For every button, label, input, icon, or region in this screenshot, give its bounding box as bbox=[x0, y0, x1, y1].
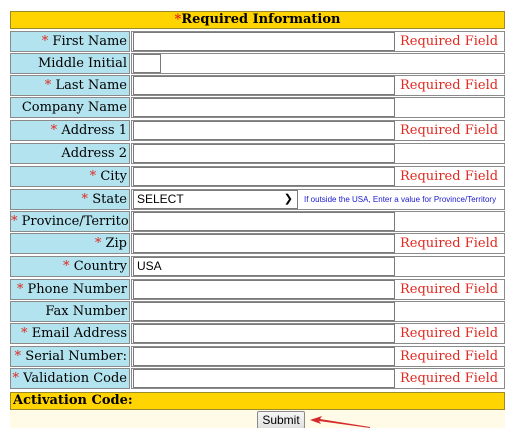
label-state: * State bbox=[10, 189, 130, 210]
label-province: * Province/Territory bbox=[10, 211, 130, 232]
required-star: * bbox=[94, 236, 106, 251]
activation-code-bar: Activation Code: bbox=[10, 392, 505, 410]
activation-code-label: Activation Code: bbox=[13, 393, 133, 408]
label-validation: * Validation Code bbox=[10, 368, 130, 389]
row-phone: * Phone Number Required Field bbox=[10, 279, 505, 301]
required-star: * bbox=[41, 34, 53, 49]
province-input[interactable] bbox=[133, 212, 395, 231]
zip-input[interactable] bbox=[133, 234, 395, 253]
label-text: Validation Code bbox=[23, 371, 127, 386]
submit-button[interactable]: Submit bbox=[257, 411, 305, 428]
label-text: Phone Number bbox=[27, 282, 127, 297]
required-field-text: Required Field bbox=[400, 349, 499, 364]
first-name-input[interactable] bbox=[133, 32, 395, 51]
row-company-name: Company Name bbox=[10, 97, 505, 119]
last-name-input[interactable] bbox=[133, 76, 395, 95]
state-selected-value: SELECT bbox=[137, 192, 184, 206]
label-text: Company Name bbox=[21, 100, 127, 115]
required-star: * bbox=[63, 259, 74, 274]
required-field-text: Required Field bbox=[400, 326, 499, 341]
row-province: * Province/Territory bbox=[10, 211, 505, 233]
label-first-name: * First Name bbox=[10, 31, 130, 52]
label-city: * City bbox=[10, 166, 130, 187]
registration-form: *Required Information * First Name Requi… bbox=[2, 0, 505, 428]
required-star: * bbox=[50, 123, 62, 138]
label-last-name: * Last Name bbox=[10, 75, 130, 96]
label-middle-initial: Middle Initial bbox=[10, 53, 130, 74]
state-select[interactable]: SELECT ❯ bbox=[133, 190, 298, 209]
required-star: * bbox=[16, 282, 28, 297]
required-star: * bbox=[81, 192, 93, 207]
label-zip: * Zip bbox=[10, 233, 130, 254]
label-text: State bbox=[92, 192, 127, 207]
label-address-2: Address 2 bbox=[10, 143, 130, 164]
row-first-name: * First Name Required Field bbox=[10, 31, 505, 53]
phone-input[interactable] bbox=[133, 280, 395, 299]
serial-input[interactable] bbox=[133, 347, 395, 366]
row-city: * City Required Field bbox=[10, 166, 505, 188]
label-text: Zip bbox=[105, 236, 127, 251]
row-middle-initial: Middle Initial bbox=[10, 53, 505, 75]
address-2-input[interactable] bbox=[133, 144, 395, 163]
label-company-name: Company Name bbox=[10, 97, 130, 118]
label-text: Country bbox=[73, 259, 127, 274]
label-email: * Email Address bbox=[10, 323, 130, 344]
row-serial: * Serial Number: Required Field bbox=[10, 346, 505, 368]
middle-initial-input[interactable] bbox=[133, 54, 161, 73]
required-field-text: Required Field bbox=[400, 371, 499, 386]
required-field-text: Required Field bbox=[400, 236, 499, 251]
required-field-text: Required Field bbox=[400, 169, 499, 184]
label-text: Address 1 bbox=[61, 123, 127, 138]
label-text: Serial Number: bbox=[25, 349, 127, 364]
required-field-text: Required Field bbox=[400, 34, 499, 49]
email-input[interactable] bbox=[133, 324, 395, 343]
validation-code-input[interactable] bbox=[133, 369, 395, 388]
label-text: Fax Number bbox=[45, 304, 127, 319]
required-field-text: Required Field bbox=[400, 78, 499, 93]
row-zip: * Zip Required Field bbox=[10, 233, 505, 255]
country-input[interactable]: USA bbox=[133, 257, 395, 276]
row-country: * Country USA bbox=[10, 256, 505, 278]
label-address-1: * Address 1 bbox=[10, 120, 130, 141]
row-email: * Email Address Required Field bbox=[10, 323, 505, 345]
label-text: Address 2 bbox=[61, 146, 127, 161]
required-star: * bbox=[12, 371, 24, 386]
required-info-header: *Required Information bbox=[10, 11, 505, 29]
required-star: * bbox=[44, 78, 56, 93]
required-field-text: Required Field bbox=[400, 123, 499, 138]
label-phone: * Phone Number bbox=[10, 279, 130, 300]
address-1-input[interactable] bbox=[133, 121, 395, 140]
pointer-arrow-icon bbox=[310, 416, 370, 428]
field-cell bbox=[131, 53, 505, 74]
label-text: Email Address bbox=[31, 326, 127, 341]
label-text: Last Name bbox=[55, 78, 127, 93]
label-fax: Fax Number bbox=[10, 301, 130, 322]
required-star: * bbox=[11, 214, 22, 229]
label-text: Province/Territory bbox=[21, 214, 129, 229]
label-text: First Name bbox=[52, 34, 127, 49]
row-address-1: * Address 1 Required Field bbox=[10, 120, 505, 142]
required-field-text: Required Field bbox=[400, 282, 499, 297]
required-star: * bbox=[21, 326, 32, 341]
chevron-down-icon: ❯ bbox=[283, 193, 293, 205]
state-note: If outside the USA, Enter a value for Pr… bbox=[304, 195, 497, 204]
city-input[interactable] bbox=[133, 167, 395, 186]
header-title: Required Information bbox=[181, 12, 341, 27]
row-validation: * Validation Code Required Field bbox=[10, 368, 505, 390]
fax-input[interactable] bbox=[133, 302, 395, 321]
row-last-name: * Last Name Required Field bbox=[10, 75, 505, 97]
label-text: City bbox=[100, 169, 127, 184]
required-star: * bbox=[89, 169, 101, 184]
company-name-input[interactable] bbox=[133, 98, 395, 117]
row-fax: Fax Number bbox=[10, 301, 505, 323]
label-country: * Country bbox=[10, 256, 130, 277]
row-state: * State SELECT ❯ If outside the USA, Ent… bbox=[10, 189, 505, 211]
label-serial: * Serial Number: bbox=[10, 346, 130, 367]
required-star: * bbox=[14, 349, 26, 364]
label-text: Middle Initial bbox=[37, 56, 127, 71]
submit-row: Submit bbox=[10, 410, 505, 428]
row-address-2: Address 2 bbox=[10, 143, 505, 165]
